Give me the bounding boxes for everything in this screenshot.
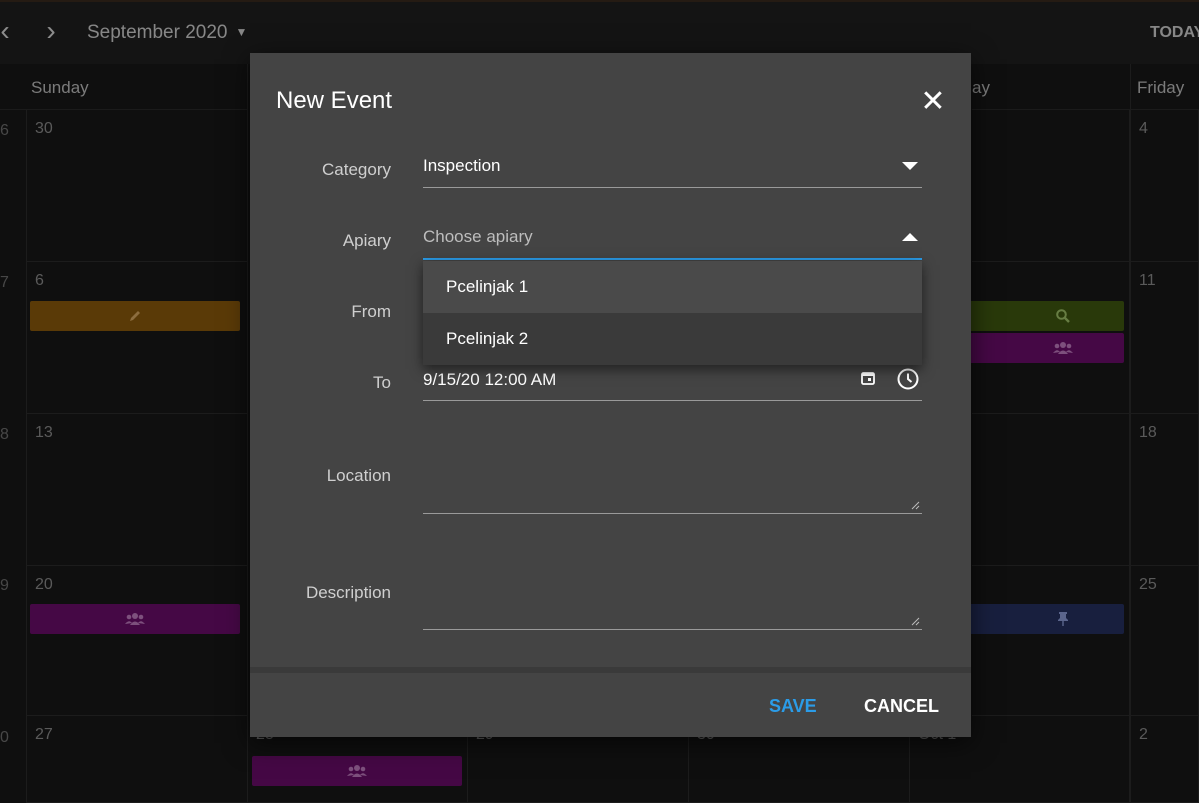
resize-handle-icon[interactable] <box>910 616 920 626</box>
category-value: Inspection <box>423 156 501 175</box>
cancel-button[interactable]: CANCEL <box>864 696 939 717</box>
location-label: Location <box>326 466 391 485</box>
category-label: Category <box>322 160 391 179</box>
category-select[interactable]: Inspection <box>423 145 922 188</box>
apiary-label: Apiary <box>342 231 391 250</box>
apiary-placeholder: Choose apiary <box>423 227 533 246</box>
close-icon[interactable]: ✕ <box>918 87 948 117</box>
apiary-dropdown-menu: Pcelinjak 1 Pcelinjak 2 <box>423 261 922 365</box>
chevron-up-icon[interactable] <box>902 233 918 241</box>
location-textarea[interactable] <box>423 473 922 514</box>
from-label: From <box>351 302 391 321</box>
resize-handle-icon[interactable] <box>910 500 920 510</box>
description-textarea[interactable] <box>423 589 922 630</box>
chevron-down-icon[interactable] <box>902 162 918 170</box>
save-button[interactable]: SAVE <box>769 696 817 717</box>
apiary-option[interactable]: Pcelinjak 2 <box>423 313 922 365</box>
to-label: To <box>373 373 391 392</box>
description-label: Description <box>305 583 391 602</box>
clock-icon[interactable] <box>896 367 920 396</box>
dialog-footer-divider <box>250 667 971 673</box>
to-value: 9/15/20 12:00 AM <box>423 370 557 389</box>
new-event-dialog: New Event ✕ Category Inspection Apiary C… <box>250 53 971 737</box>
apiary-option[interactable]: Pcelinjak 1 <box>423 261 922 313</box>
apiary-select[interactable]: Choose apiary <box>423 216 922 260</box>
calendar-icon[interactable] <box>860 370 876 391</box>
dialog-title: New Event <box>276 87 393 114</box>
